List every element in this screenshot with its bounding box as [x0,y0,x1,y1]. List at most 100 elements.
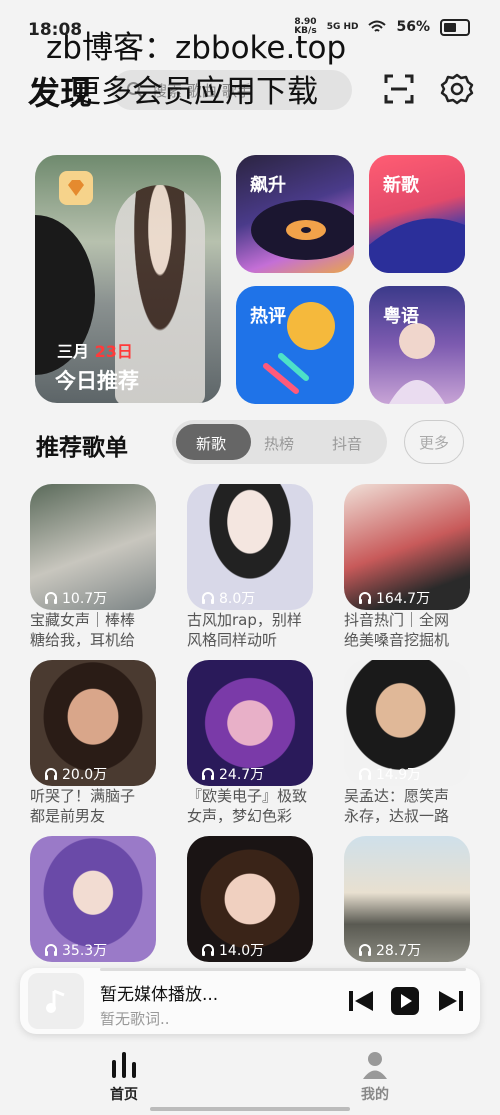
tab-douyin[interactable]: 抖音 [332,433,362,454]
tile-new-songs[interactable]: 新歌 [369,155,465,273]
recommend-date: 三月 23日 [57,338,133,362]
music-note-icon [46,989,65,1013]
watermark-line2: 更多会员应用下载 [70,74,318,110]
playlist-title-line1: 『欧美电子』极致 [187,787,308,805]
play-count-value: 24.7万 [219,767,265,783]
nav-home-label: 首页 [110,1087,138,1103]
playlist-card[interactable]: 8.0万 古风加rap，别样 风格同样动听 [187,484,313,650]
headphones-icon [202,768,214,780]
tile-label: 热评 [250,306,286,327]
play-count: 28.7万 [358,938,470,962]
playlist-card[interactable]: 24.7万 『欧美电子』极致 女声，梦幻色彩 [187,660,313,826]
nav-mine[interactable]: 我的 [345,1050,405,1104]
play-count: 164.7万 [358,586,470,610]
play-count: 35.3万 [44,938,156,962]
tab-new-songs[interactable]: 新歌 [196,433,226,454]
gear-icon[interactable] [440,72,474,106]
nav-mine-label: 我的 [361,1087,389,1103]
headphones-icon [45,592,57,604]
playlist-card[interactable]: 164.7万 抖音热门｜全网 绝美嗓音挖掘机 [344,484,470,650]
playlist-title-line2: 永存，达叔一路 [344,807,450,825]
playlist-title-line1: 抖音热门｜全网 [344,611,450,629]
playlist-title-line2: 风格同样动听 [187,631,278,649]
playlist-title-line1: 吴孟达：愿笑声 [344,787,450,805]
watermark-line1: zb博客：zbboke.top [46,30,347,66]
mini-player[interactable]: 暂无媒体播放... 暂无歌词.. [20,968,480,1034]
play-count-value: 164.7万 [376,591,431,607]
play-count-value: 8.0万 [219,591,256,607]
battery-percent: 56% [396,19,430,35]
playlist-card[interactable]: 10.7万 宝藏女声｜棒棒 糖给我，耳机给 [30,484,156,650]
playlist-card[interactable]: 20.0万 听哭了！满脑子 都是前男友 [30,660,156,826]
playlist-cover: 14.9万 [344,660,470,786]
playlist-tab-bar: 新歌 热榜 抖音 [172,420,387,464]
play-icon[interactable] [390,986,420,1016]
player-artwork [28,973,84,1029]
playlist-card[interactable]: 14.9万 吴孟达：愿笑声 永存，达叔一路 [344,660,470,826]
playlist-cover: 35.3万 [30,836,156,962]
play-count: 8.0万 [201,586,313,610]
player-lyrics: 暂无歌词.. [100,1010,170,1028]
playlist-title-line1: 听哭了！满脑子 [30,787,136,805]
player-progress-bar [100,968,466,971]
playlist-cover: 20.0万 [30,660,156,786]
play-count: 14.9万 [358,762,470,786]
play-count-value: 14.0万 [219,943,265,959]
headphones-icon [202,592,214,604]
playlist-title-line2: 女声，梦幻色彩 [187,807,293,825]
play-count-value: 14.9万 [376,767,422,783]
headphones-icon [359,768,371,780]
player-title: 暂无媒体播放... [100,985,219,1005]
recommend-day: 23日 [94,342,133,361]
playlist-card[interactable]: 35.3万 [30,836,156,962]
diamond-icon [59,171,93,205]
equalizer-icon [112,1052,136,1078]
tile-label: 新歌 [383,175,419,196]
playlist-title-line1: 宝藏女声｜棒棒 [30,611,136,629]
playlist-cover: 28.7万 [344,836,470,962]
playlist-title-line2: 绝美嗓音挖掘机 [344,631,450,649]
tile-label: 粤语 [383,306,419,327]
next-icon[interactable] [436,986,466,1016]
daily-recommend-card[interactable]: 三月 23日 今日推荐 [35,155,221,403]
play-count-value: 10.7万 [62,591,108,607]
playlist-cover: 10.7万 [30,484,156,610]
play-count: 24.7万 [201,762,313,786]
tab-hot-chart[interactable]: 热榜 [264,433,294,454]
play-count-value: 35.3万 [62,943,108,959]
bottom-navigation: 首页 我的 [0,1042,500,1115]
tile-hot-comments[interactable]: 热评 [236,286,354,404]
tile-cantonese[interactable]: 粤语 [369,286,465,404]
play-count: 20.0万 [44,762,156,786]
headphones-icon [45,768,57,780]
playlist-cover: 164.7万 [344,484,470,610]
previous-icon[interactable] [346,986,376,1016]
recommend-month: 三月 [57,342,90,361]
headphones-icon [359,592,371,604]
playlist-card[interactable]: 28.7万 [344,836,470,962]
playlist-title-line1: 古风加rap，别样 [187,611,302,629]
system-home-indicator [150,1107,350,1111]
headphones-icon [45,944,57,956]
section-title: 推荐歌单 [36,435,128,461]
play-count-value: 28.7万 [376,943,422,959]
playlist-title-line2: 都是前男友 [30,807,106,825]
wifi-icon [368,20,387,32]
playlist-cover: 8.0万 [187,484,313,610]
battery-icon [440,18,470,36]
scan-icon[interactable] [382,72,416,106]
play-count-value: 20.0万 [62,767,108,783]
nav-home[interactable]: 首页 [94,1050,154,1104]
headphones-icon [202,944,214,956]
headphones-icon [359,944,371,956]
play-count: 14.0万 [201,938,313,962]
more-button[interactable]: 更多 [404,420,464,464]
play-count: 10.7万 [44,586,156,610]
playlist-cover: 24.7万 [187,660,313,786]
playlist-card[interactable]: 14.0万 [187,836,313,962]
recommend-label: 今日推荐 [55,369,139,393]
tile-soaring[interactable]: 飙升 [236,155,354,273]
tile-label: 飙升 [250,175,286,196]
playlist-cover: 14.0万 [187,836,313,962]
playlist-title-line2: 糖给我，耳机给 [30,631,136,649]
